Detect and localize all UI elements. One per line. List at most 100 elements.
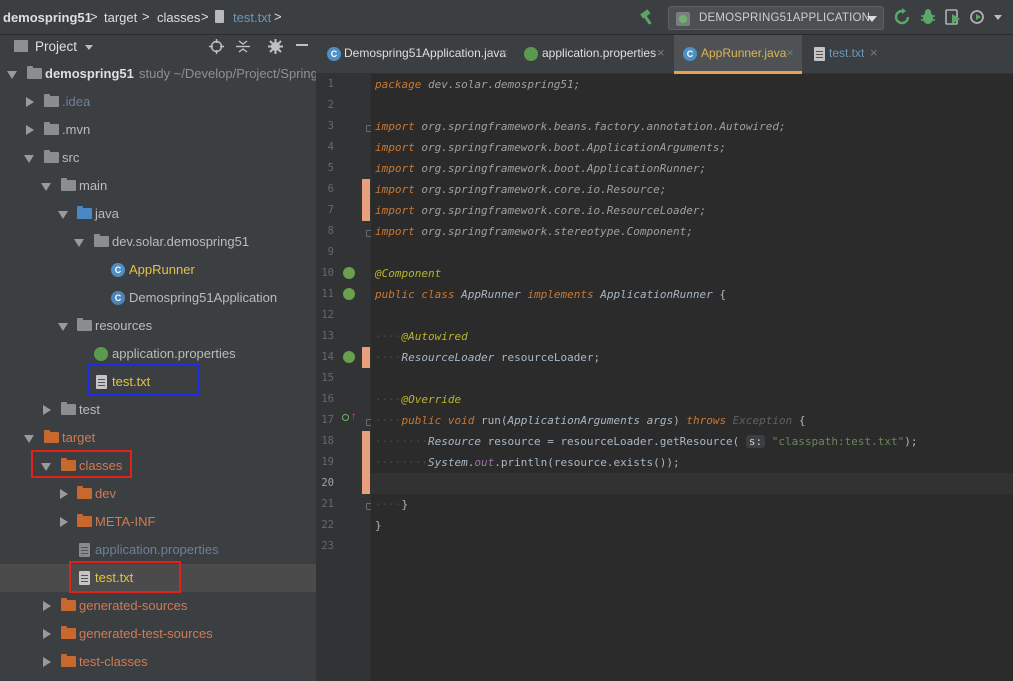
code-line-11: public class AppRunner implements Applic… bbox=[375, 288, 727, 301]
debug-icon[interactable] bbox=[919, 8, 937, 26]
expand-arrow-icon[interactable] bbox=[60, 517, 68, 527]
tree-item-meta-inf[interactable]: META-INF bbox=[0, 508, 316, 536]
tree-item-demospring51application[interactable]: C Demospring51Application bbox=[0, 284, 316, 312]
chevron-down-icon[interactable] bbox=[994, 15, 1002, 20]
expand-arrow-icon[interactable] bbox=[74, 239, 84, 247]
tree-item-demospring51[interactable]: demospring51 study ~/Develop/Project/Spr… bbox=[0, 60, 316, 88]
chevron-down-icon[interactable] bbox=[85, 45, 93, 50]
gear-icon[interactable] bbox=[268, 39, 283, 54]
breadcrumb-file[interactable]: test.txt bbox=[233, 10, 271, 25]
tree-item-resources[interactable]: resources bbox=[0, 312, 316, 340]
text-file-icon bbox=[215, 10, 224, 23]
close-icon[interactable]: × bbox=[657, 45, 665, 60]
tab-apprunner[interactable]: C AppRunner.java × bbox=[674, 35, 802, 74]
tab-label: AppRunner.java bbox=[701, 46, 787, 60]
tree-item-generated-test-sources[interactable]: generated-test-sources bbox=[0, 620, 316, 648]
code-editor[interactable]: package dev.solar.demospring51; import o… bbox=[371, 74, 1013, 681]
class-icon: C bbox=[327, 47, 341, 61]
breadcrumb-classes[interactable]: classes bbox=[157, 10, 200, 25]
tree-label: dev.solar.demospring51 bbox=[112, 234, 250, 249]
hammer-icon[interactable] bbox=[638, 8, 656, 26]
tree-label: .idea bbox=[62, 94, 91, 109]
line-number: 3 bbox=[327, 120, 334, 132]
folder-icon bbox=[44, 150, 59, 163]
tree-item-package[interactable]: dev.solar.demospring51 bbox=[0, 228, 316, 256]
tree-label: src bbox=[62, 150, 80, 165]
tab-application-properties[interactable]: application.properties × bbox=[516, 35, 676, 74]
expand-arrow-icon[interactable] bbox=[43, 657, 51, 667]
tree-item-dev[interactable]: dev bbox=[0, 480, 316, 508]
line-number: 22 bbox=[321, 519, 334, 531]
tree-item-java[interactable]: java bbox=[0, 200, 316, 228]
breadcrumb-project[interactable]: demospring51 bbox=[3, 10, 92, 25]
expand-arrow-icon[interactable] bbox=[24, 155, 34, 163]
close-icon[interactable]: × bbox=[500, 45, 508, 60]
tab-label: Demospring51Application.java bbox=[344, 46, 507, 60]
excluded-folder-icon bbox=[44, 430, 59, 443]
project-panel-header: Project bbox=[0, 35, 316, 59]
project-view-selector[interactable]: Project bbox=[35, 39, 77, 54]
line-number: 14 bbox=[321, 351, 334, 363]
coverage-icon[interactable] bbox=[944, 8, 962, 26]
tree-item-generated-sources[interactable]: generated-sources bbox=[0, 592, 316, 620]
code-line-8: import org.springframework.stereotype.Co… bbox=[375, 225, 693, 238]
close-icon[interactable]: × bbox=[786, 45, 794, 60]
expand-arrow-icon[interactable] bbox=[26, 97, 34, 107]
expand-arrow-icon[interactable] bbox=[24, 435, 34, 443]
autowired-navigate-icon[interactable] bbox=[343, 351, 355, 363]
collapse-all-icon[interactable] bbox=[236, 39, 250, 54]
tree-label: .mvn bbox=[62, 122, 91, 137]
expand-arrow-icon[interactable] bbox=[60, 489, 68, 499]
expand-arrow-icon[interactable] bbox=[43, 601, 51, 611]
expand-arrow-icon[interactable] bbox=[7, 71, 17, 79]
module-folder-icon bbox=[27, 66, 42, 79]
tab-test-txt[interactable]: test.txt × bbox=[802, 35, 892, 74]
vcs-change-marker[interactable] bbox=[362, 431, 370, 494]
breadcrumb-target[interactable]: target bbox=[104, 10, 137, 25]
profile-icon[interactable] bbox=[969, 8, 987, 26]
code-line-19: ········System.out.println(resource.exis… bbox=[375, 456, 680, 469]
spring-boot-icon bbox=[676, 12, 690, 26]
spring-bean-icon[interactable] bbox=[343, 288, 355, 300]
tree-label: test-classes bbox=[79, 654, 148, 669]
tree-item-src[interactable]: src bbox=[0, 144, 316, 172]
folder-icon bbox=[44, 122, 59, 135]
line-number: 6 bbox=[327, 183, 334, 195]
tree-item-target[interactable]: target bbox=[0, 424, 316, 452]
expand-arrow-icon[interactable] bbox=[58, 323, 68, 331]
line-number: 13 bbox=[321, 330, 334, 342]
tree-item-mvn[interactable]: .mvn bbox=[0, 116, 316, 144]
close-icon[interactable]: × bbox=[870, 45, 878, 60]
tree-item-apprunner[interactable]: C AppRunner bbox=[0, 256, 316, 284]
tree-item-test-classes[interactable]: test-classes bbox=[0, 648, 316, 676]
line-number: 10 bbox=[321, 267, 334, 279]
tree-label: resources bbox=[95, 318, 153, 333]
vcs-change-marker[interactable] bbox=[362, 347, 370, 368]
expand-arrow-icon[interactable] bbox=[43, 629, 51, 639]
tab-demospring51application[interactable]: C Demospring51Application.java × bbox=[316, 35, 516, 74]
package-icon bbox=[94, 234, 109, 247]
folder-icon bbox=[61, 402, 76, 415]
run-configuration-select[interactable]: DEMOSPRING51APPLICATION bbox=[668, 6, 884, 30]
expand-arrow-icon[interactable] bbox=[26, 125, 34, 135]
tree-item-test[interactable]: test bbox=[0, 396, 316, 424]
tree-label: META-INF bbox=[95, 514, 156, 529]
override-method-icon[interactable] bbox=[342, 414, 349, 421]
folder-icon bbox=[44, 94, 59, 107]
expand-arrow-icon[interactable] bbox=[41, 183, 51, 191]
code-line-6: import org.springframework.core.io.Resou… bbox=[375, 183, 667, 196]
rerun-icon[interactable] bbox=[893, 8, 911, 26]
tree-item-application-properties-target[interactable]: application.properties bbox=[0, 536, 316, 564]
locate-icon[interactable] bbox=[209, 39, 224, 54]
expand-arrow-icon[interactable] bbox=[43, 405, 51, 415]
hide-icon[interactable] bbox=[296, 44, 308, 46]
code-line-4: import org.springframework.boot.Applicat… bbox=[375, 141, 727, 154]
highlight-box-blue bbox=[87, 364, 200, 396]
tree-item-idea[interactable]: .idea bbox=[0, 88, 316, 116]
properties-file-icon bbox=[79, 543, 90, 557]
expand-arrow-icon[interactable] bbox=[58, 211, 68, 219]
vcs-change-marker[interactable] bbox=[362, 179, 370, 221]
spring-bean-icon[interactable] bbox=[343, 267, 355, 279]
resource-folder-icon bbox=[77, 318, 92, 331]
tree-item-main[interactable]: main bbox=[0, 172, 316, 200]
